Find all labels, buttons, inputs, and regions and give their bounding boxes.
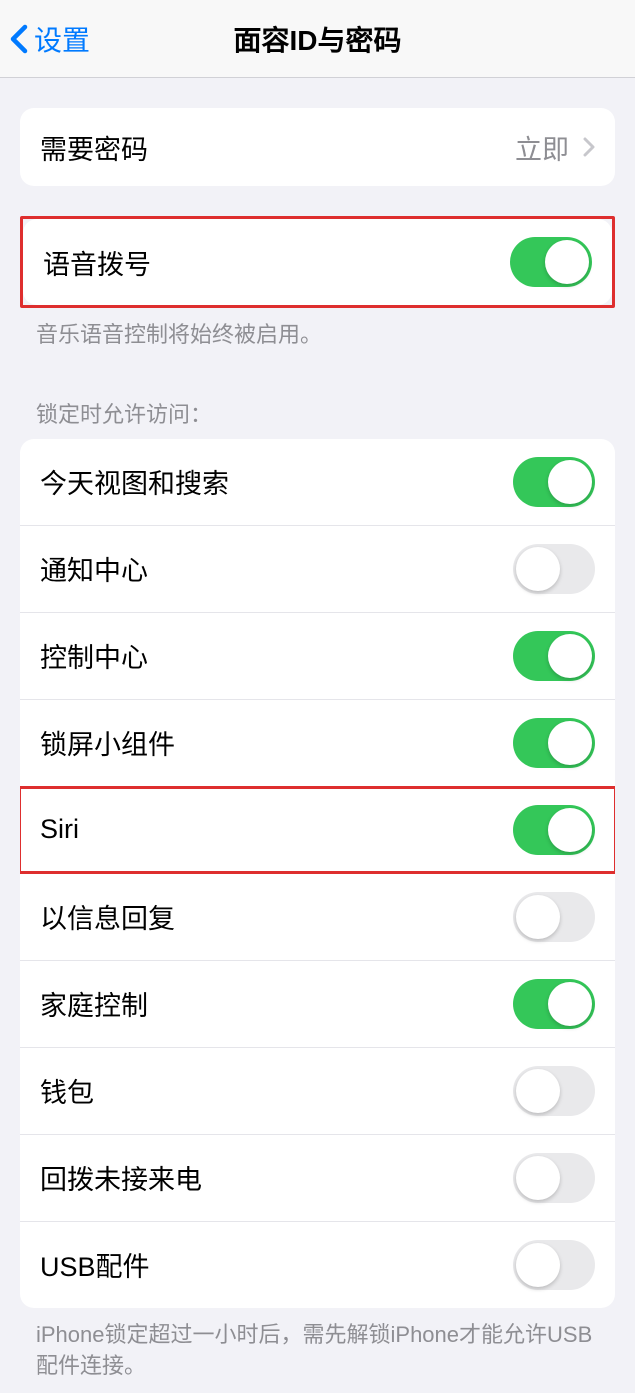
voice-dial-highlight: 语音拨号 <box>20 216 615 308</box>
require-passcode-value: 立即 <box>515 128 569 167</box>
chevron-left-icon <box>10 24 28 54</box>
toggle-knob <box>516 1069 560 1113</box>
lock-access-row: 钱包 <box>20 1048 615 1135</box>
lock-access-item-toggle[interactable] <box>513 1153 595 1203</box>
lock-access-item-label: 锁屏小组件 <box>40 723 175 762</box>
toggle-knob <box>548 982 592 1026</box>
lock-access-row: 控制中心 <box>20 613 615 700</box>
lock-access-row: 以信息回复 <box>20 874 615 961</box>
lock-access-item-toggle[interactable] <box>513 892 595 942</box>
lock-access-footer: iPhone锁定超过一小时后，需先解锁iPhone才能允许USB配件连接。 <box>0 1308 635 1393</box>
lock-access-item-toggle[interactable] <box>513 718 595 768</box>
lock-access-item-label: 回拨未接来电 <box>40 1158 202 1197</box>
lock-access-item-label: Siri <box>40 814 79 845</box>
back-label: 设置 <box>34 19 90 59</box>
lock-access-row: 家庭控制 <box>20 961 615 1048</box>
toggle-knob <box>548 721 592 765</box>
toggle-knob <box>545 240 589 284</box>
lock-access-row: USB配件 <box>20 1222 615 1308</box>
lock-access-item-label: 今天视图和搜索 <box>40 462 229 501</box>
navigation-bar: 设置 面容ID与密码 <box>0 0 635 78</box>
lock-access-item-toggle[interactable] <box>513 457 595 507</box>
lock-access-item-label: 以信息回复 <box>40 897 175 936</box>
lock-access-item-label: 家庭控制 <box>40 984 148 1023</box>
voice-dial-group: 语音拨号 <box>23 219 612 305</box>
lock-access-item-toggle[interactable] <box>513 979 595 1029</box>
lock-access-item-label: 钱包 <box>40 1071 94 1110</box>
toggle-knob <box>516 1156 560 1200</box>
require-passcode-label: 需要密码 <box>40 128 148 167</box>
chevron-right-icon <box>583 137 595 157</box>
lock-access-row: 锁屏小组件 <box>20 700 615 787</box>
lock-access-item-label: 控制中心 <box>40 636 148 675</box>
lock-access-item-toggle[interactable] <box>513 1240 595 1290</box>
toggle-knob <box>516 547 560 591</box>
lock-access-item-toggle[interactable] <box>513 544 595 594</box>
toggle-knob <box>548 808 592 852</box>
lock-access-item-toggle[interactable] <box>513 631 595 681</box>
lock-access-header: 锁定时允许访问： <box>0 389 635 439</box>
back-button[interactable]: 设置 <box>0 19 90 59</box>
passcode-group: 需要密码 立即 <box>20 108 615 186</box>
page-title: 面容ID与密码 <box>233 19 401 59</box>
require-passcode-value-container: 立即 <box>515 128 595 167</box>
lock-access-item-label: 通知中心 <box>40 549 148 588</box>
voice-dial-toggle[interactable] <box>510 237 592 287</box>
voice-dial-footer: 音乐语音控制将始终被启用。 <box>0 308 635 363</box>
lock-access-row: 通知中心 <box>20 526 615 613</box>
lock-access-group: 今天视图和搜索通知中心控制中心锁屏小组件 Siri 以信息回复家庭控制钱包回拨未接来… <box>20 439 615 1308</box>
lock-access-item-toggle[interactable] <box>513 805 595 855</box>
lock-access-item-toggle[interactable] <box>513 1066 595 1116</box>
lock-access-row: Siri <box>20 787 615 874</box>
lock-access-row: 今天视图和搜索 <box>20 439 615 526</box>
toggle-knob <box>548 460 592 504</box>
lock-access-item-label: USB配件 <box>40 1245 150 1284</box>
toggle-knob <box>516 1243 560 1287</box>
toggle-knob <box>516 895 560 939</box>
voice-dial-label: 语音拨号 <box>43 243 151 282</box>
voice-dial-row: 语音拨号 <box>23 219 612 305</box>
require-passcode-row[interactable]: 需要密码 立即 <box>20 108 615 186</box>
lock-access-row: 回拨未接来电 <box>20 1135 615 1222</box>
toggle-knob <box>548 634 592 678</box>
